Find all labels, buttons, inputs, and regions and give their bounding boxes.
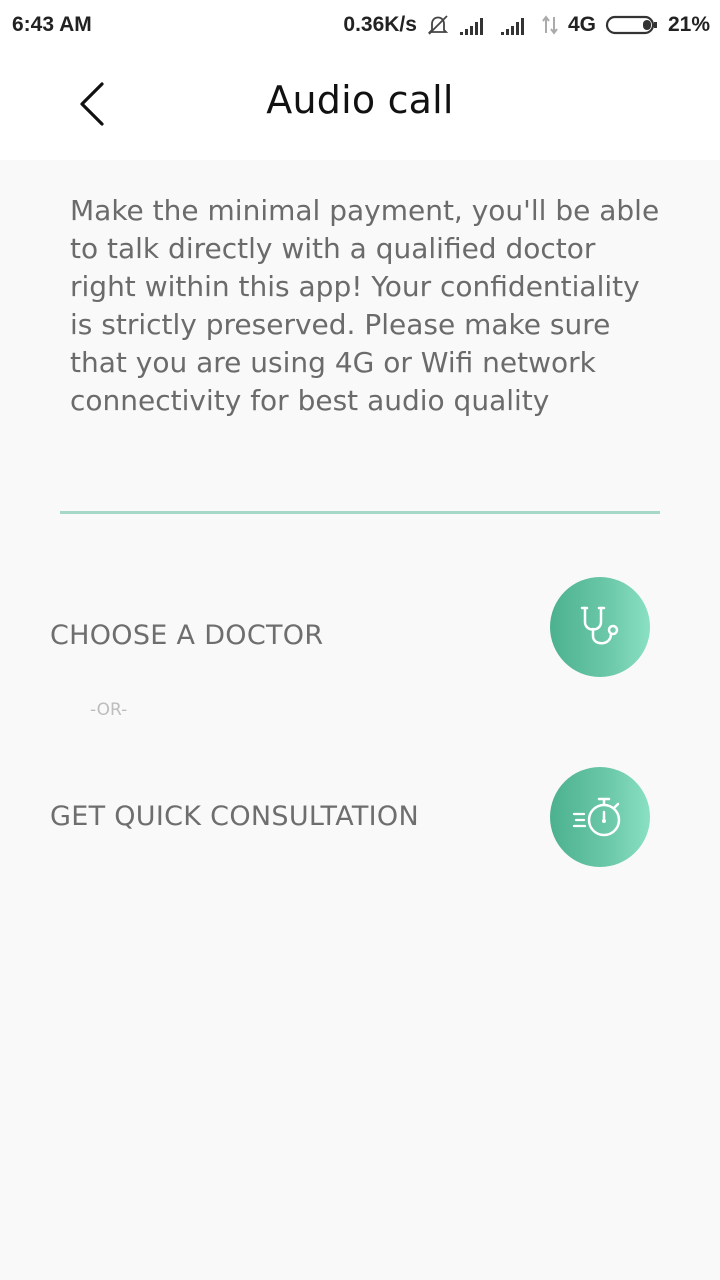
choose-doctor-button[interactable] xyxy=(550,577,650,677)
audio-call-screen: 6:43 AM 0.36K/s 4G 21% Audio call Make t… xyxy=(0,0,720,1280)
network-speed: 0.36K/s xyxy=(343,13,417,36)
battery-percent: 21% xyxy=(667,13,710,36)
status-bar: 6:43 AM 0.36K/s 4G 21% xyxy=(0,0,720,50)
network-type: 4G xyxy=(567,13,596,36)
status-icons: 0.36K/s 4G 21% xyxy=(343,12,710,38)
quick-consultation-label: GET QUICK CONSULTATION xyxy=(50,801,419,832)
or-separator: -OR- xyxy=(90,700,128,720)
signal-icon xyxy=(500,14,532,36)
signal-icon xyxy=(459,14,491,36)
choose-doctor-label: CHOOSE A DOCTOR xyxy=(50,620,324,651)
stopwatch-icon xyxy=(572,797,621,837)
quick-consultation-option[interactable]: GET QUICK CONSULTATION xyxy=(0,767,720,867)
quick-consultation-button[interactable] xyxy=(550,767,650,867)
data-arrows-icon xyxy=(541,13,559,37)
battery-icon xyxy=(605,14,659,36)
divider xyxy=(60,511,660,514)
status-time: 6:43 AM xyxy=(12,13,92,36)
stethoscope-icon xyxy=(580,606,619,645)
mute-bell-icon xyxy=(426,13,450,37)
page-title: Audio call xyxy=(266,78,454,122)
app-header: Audio call xyxy=(0,50,720,160)
choose-doctor-option[interactable]: CHOOSE A DOCTOR xyxy=(0,577,720,677)
description-text: Make the minimal payment, you'll be able… xyxy=(70,194,660,417)
